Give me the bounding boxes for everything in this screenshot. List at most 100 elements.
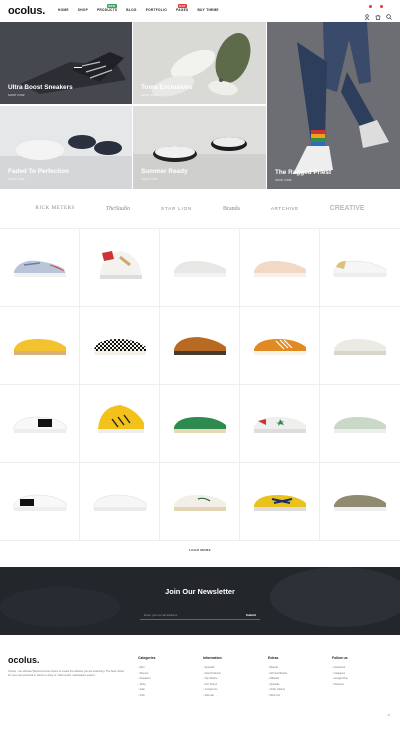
- product-image: [334, 339, 386, 355]
- product-card[interactable]: [320, 463, 400, 541]
- footer-column-categories: Categories Men Women Sneakers Shop Sale …: [138, 656, 156, 699]
- product-card[interactable]: [240, 463, 320, 541]
- star-lion-logo[interactable]: STAR LION: [161, 206, 192, 211]
- product-card[interactable]: [160, 307, 240, 385]
- search-icon[interactable]: [386, 7, 392, 20]
- user-icon[interactable]: [364, 5, 372, 21]
- brands-logo[interactable]: Brands: [223, 206, 240, 213]
- product-card[interactable]: [240, 385, 320, 463]
- load-more-button[interactable]: LOAD MORE: [0, 548, 400, 552]
- tile-cta[interactable]: SHOP NOW: [8, 94, 25, 97]
- product-card[interactable]: [320, 385, 400, 463]
- tile-cta[interactable]: SHOP NOW: [141, 178, 158, 181]
- hero-tile-faded[interactable]: Faded To Perfection SHOP NOW: [0, 106, 132, 189]
- tile-cta[interactable]: SHOP NOW: [141, 94, 158, 97]
- product-card[interactable]: [0, 307, 80, 385]
- hero-tile-ragged-priest[interactable]: The Ragged Priest SHOP NOW: [267, 22, 400, 189]
- footer-link[interactable]: Wish List: [268, 693, 287, 699]
- product-image: [98, 405, 144, 433]
- footer-link-google-plus[interactable]: Google Plus: [332, 676, 348, 682]
- nav-pages[interactable]: PAGES HOT: [176, 4, 188, 12]
- product-card[interactable]: [160, 229, 240, 307]
- product-image: [14, 339, 66, 355]
- product-image: [174, 495, 226, 511]
- nav-buy-theme[interactable]: BUY THEME: [197, 8, 218, 12]
- product-card[interactable]: [240, 307, 320, 385]
- footer-link-pinterest[interactable]: Pinterest: [332, 682, 348, 688]
- product-image: [174, 417, 226, 433]
- footer-logo[interactable]: ocolus.: [8, 655, 40, 665]
- footer-column-title: Follow us: [332, 656, 348, 660]
- summer-image: [133, 106, 266, 189]
- newsletter-email-input[interactable]: Enter your email address Submit: [140, 611, 260, 620]
- product-card[interactable]: [160, 463, 240, 541]
- creative-logo[interactable]: CREATIVE: [330, 205, 365, 213]
- nav-label: BLOG: [126, 8, 137, 12]
- newsletter-background: [0, 567, 400, 635]
- email-placeholder: Enter your email address: [144, 613, 178, 617]
- nav-label: BUY THEME: [197, 8, 219, 12]
- footer-description: Ocolus - the ultimate WooCommerce theme …: [8, 670, 125, 677]
- footer-column-title: Extras: [268, 656, 279, 660]
- ragged-priest-image: [267, 22, 400, 189]
- product-card[interactable]: [0, 229, 80, 307]
- product-card[interactable]: [320, 229, 400, 307]
- tile-cta[interactable]: SHOP NOW: [275, 179, 292, 182]
- artchive-logo[interactable]: ARTCHIVE: [271, 206, 299, 211]
- nav-portfolio[interactable]: PORTFOLIO: [146, 8, 167, 12]
- product-card[interactable]: [240, 229, 320, 307]
- product-card[interactable]: [0, 463, 80, 541]
- tile-cta[interactable]: SHOP NOW: [8, 178, 25, 181]
- product-card[interactable]: [160, 385, 240, 463]
- newsletter-submit-button[interactable]: Submit: [246, 613, 256, 617]
- newsletter-title: Join Our Newsletter: [165, 587, 235, 596]
- nav-home[interactable]: HOME: [58, 8, 69, 12]
- product-image: [254, 261, 306, 277]
- product-image: [254, 495, 306, 511]
- footer-link[interactable]: Sitemap: [203, 693, 222, 699]
- nav-label: HOME: [58, 8, 69, 12]
- new-badge: NEW: [107, 4, 117, 9]
- nav-shop[interactable]: SHOP: [78, 8, 88, 12]
- product-image: [174, 261, 226, 277]
- product-image: [13, 494, 67, 511]
- toms-image: [133, 22, 266, 104]
- main-nav: HOME SHOP PRODUCTS NEW BLOG PORTFOLIO PAG…: [58, 4, 228, 12]
- product-card[interactable]: [320, 307, 400, 385]
- cart-icon[interactable]: [375, 5, 383, 20]
- product-image: [93, 494, 147, 511]
- nav-blog[interactable]: BLOG: [126, 8, 136, 12]
- scroll-top-icon[interactable]: ^: [388, 714, 390, 720]
- footer-link[interactable]: Kids: [138, 693, 156, 699]
- tile-title: Toms Exclusives: [141, 84, 193, 91]
- product-card[interactable]: [80, 385, 160, 463]
- site-footer: ocolus. Ocolus - the ultimate WooCommerc…: [0, 645, 400, 730]
- tile-title: The Ragged Priest: [275, 169, 332, 176]
- product-image: [334, 495, 386, 511]
- site-logo[interactable]: ocolus.: [8, 5, 45, 17]
- product-grid: [0, 228, 400, 541]
- newsletter-section: Join Our Newsletter Enter your email add…: [0, 567, 400, 635]
- footer-column-information: Information Specials New Products Top Se…: [203, 656, 222, 699]
- hero-tile-ultra-boost[interactable]: Ultra Boost Sneakers SHOP NOW: [0, 22, 132, 104]
- product-image: [13, 416, 67, 433]
- footer-column-title: Categories: [138, 656, 156, 660]
- nav-products[interactable]: PRODUCTS NEW: [97, 4, 117, 12]
- ultra-boost-image: [0, 22, 132, 104]
- product-card[interactable]: [80, 229, 160, 307]
- hero-tile-summer[interactable]: Summer Ready SHOP NOW: [133, 106, 266, 189]
- product-card[interactable]: [80, 307, 160, 385]
- product-card[interactable]: [80, 463, 160, 541]
- hero-banners: Ultra Boost Sneakers SHOP NOW Toms Exclu…: [0, 22, 400, 189]
- header-actions: [364, 5, 392, 21]
- product-image: [94, 339, 146, 355]
- tile-title: Ultra Boost Sneakers: [8, 84, 73, 91]
- product-image: [333, 260, 387, 277]
- hero-tile-toms[interactable]: Toms Exclusives SHOP NOW: [133, 22, 266, 104]
- nav-label: PORTFOLIO: [145, 8, 168, 12]
- nav-label: SHOP: [77, 8, 88, 12]
- tile-title: Faded To Perfection: [8, 168, 69, 175]
- thestudio-logo[interactable]: TheStudio: [106, 206, 130, 213]
- product-card[interactable]: [0, 385, 80, 463]
- rick-meters-logo[interactable]: RICK METERS: [35, 206, 75, 212]
